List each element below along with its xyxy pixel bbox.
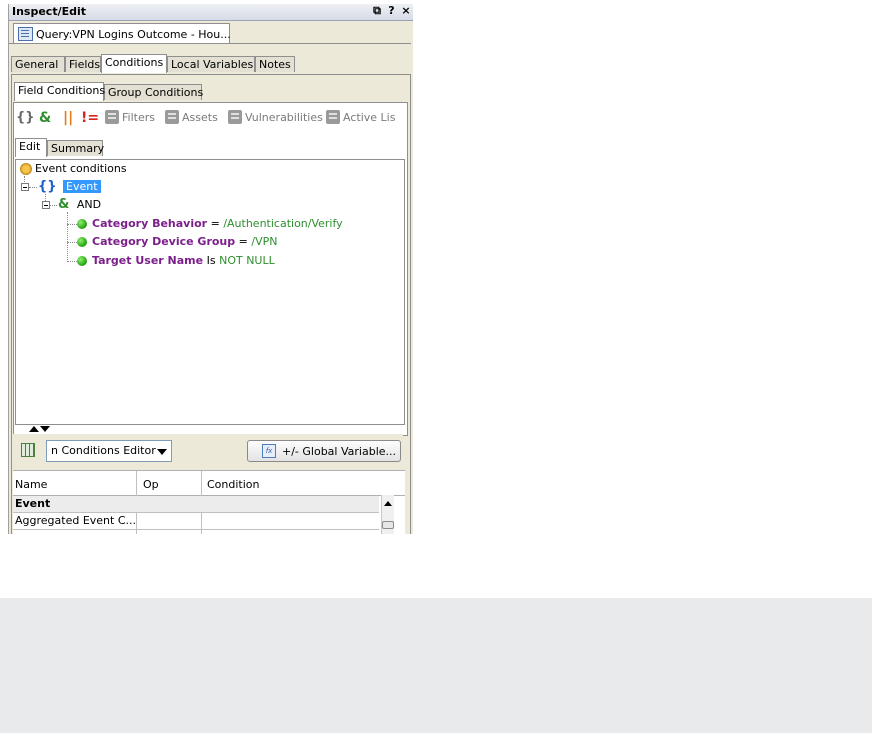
condition-value: /VPN bbox=[251, 235, 278, 248]
and-collapse-toggle[interactable] bbox=[42, 201, 50, 209]
column-header-condition[interactable]: Condition bbox=[207, 478, 387, 491]
add-or-icon[interactable]: || bbox=[63, 110, 73, 126]
filters-button[interactable]: Filters bbox=[105, 110, 155, 124]
condition-operator: Is bbox=[206, 254, 216, 267]
add-and-icon[interactable]: & bbox=[39, 110, 51, 126]
inspect-edit-panel: Inspect/Edit ⧉ ? × Query:VPN Logins Outc… bbox=[8, 4, 413, 534]
tree-node-and[interactable]: & AND bbox=[58, 197, 101, 213]
tab-group-conditions[interactable]: Group Conditions bbox=[104, 84, 203, 100]
splitter-up-icon[interactable] bbox=[29, 426, 39, 432]
conditions-grid: Name Op Condition Event Aggregated Event… bbox=[13, 470, 405, 534]
grid-view-icon[interactable] bbox=[21, 443, 35, 457]
edit-tab-strip: Edit Summary bbox=[15, 138, 405, 158]
event-conditions-icon bbox=[20, 163, 32, 175]
condition-operator: = bbox=[238, 235, 248, 248]
document-tab-query[interactable]: Query:VPN Logins Outcome - Hou... bbox=[13, 23, 231, 44]
restore-icon[interactable]: ⧉ bbox=[372, 4, 382, 18]
conditions-editor-select[interactable]: n Conditions Editor bbox=[46, 440, 172, 462]
tab-summary[interactable]: Summary bbox=[47, 140, 104, 156]
tree-guide bbox=[29, 187, 37, 188]
scroll-thumb[interactable] bbox=[382, 521, 394, 529]
assets-label: Assets bbox=[182, 110, 218, 124]
tree-guide bbox=[67, 224, 77, 225]
function-icon: fx bbox=[262, 444, 276, 458]
grid-cell-name: Aggregated Event C... bbox=[15, 514, 135, 527]
vulnerabilities-icon bbox=[228, 110, 242, 124]
grid-group-label: Event bbox=[15, 497, 51, 510]
tree-root-label: Event conditions bbox=[35, 162, 127, 175]
active-lists-icon bbox=[326, 110, 340, 124]
condition-value: /Authentication/Verify bbox=[223, 217, 343, 230]
query-icon bbox=[18, 27, 33, 41]
condition-row[interactable]: Category Behavior = /Authentication/Veri… bbox=[77, 216, 343, 232]
panel-titlebar: Inspect/Edit ⧉ ? × bbox=[9, 4, 413, 21]
assets-icon bbox=[165, 110, 179, 124]
condition-tab-strip: Field Conditions Group Conditions bbox=[14, 82, 408, 102]
event-collapse-toggle[interactable] bbox=[21, 183, 29, 191]
column-header-op[interactable]: Op bbox=[143, 478, 199, 491]
condition-field: Category Device Group bbox=[92, 235, 236, 248]
active-lists-button[interactable]: Active Lis bbox=[326, 110, 395, 124]
condition-status-icon bbox=[77, 219, 87, 229]
grid-group-row[interactable]: Event bbox=[13, 496, 379, 513]
condition-status-icon bbox=[77, 237, 87, 247]
chevron-down-icon bbox=[157, 449, 167, 455]
scroll-up-icon[interactable] bbox=[384, 501, 392, 506]
help-icon[interactable]: ? bbox=[387, 4, 397, 17]
splitter-down-icon[interactable] bbox=[40, 426, 50, 432]
tab-field-conditions[interactable]: Field Conditions bbox=[14, 82, 105, 101]
grid-scrollbar[interactable] bbox=[381, 495, 394, 534]
add-not-icon[interactable]: != bbox=[81, 110, 99, 126]
condition-field: Category Behavior bbox=[92, 217, 208, 230]
tree-guide bbox=[50, 205, 57, 206]
footer-band bbox=[0, 598, 872, 733]
condition-tree[interactable]: Event conditions {} Event & AND Category… bbox=[15, 159, 405, 425]
grid-header: Name Op Condition bbox=[13, 471, 405, 534]
filters-icon bbox=[105, 110, 119, 124]
tab-conditions[interactable]: Conditions bbox=[101, 54, 167, 73]
tab-edit[interactable]: Edit bbox=[15, 138, 47, 157]
tree-node-and-label: AND bbox=[76, 198, 102, 211]
condition-field: Target User Name bbox=[92, 254, 204, 267]
condition-row[interactable]: Target User Name Is NOT NULL bbox=[77, 253, 275, 269]
and-operator-icon: & bbox=[58, 197, 70, 212]
tab-general[interactable]: General bbox=[11, 56, 65, 72]
main-tab-strip: General Fields Conditions Local Variable… bbox=[11, 54, 411, 74]
close-icon[interactable]: × bbox=[401, 4, 411, 17]
condition-toolbar: {} & || != Filters Assets Vulnerabilitie… bbox=[13, 108, 408, 128]
tree-guide bbox=[67, 212, 68, 262]
assets-button[interactable]: Assets bbox=[165, 110, 218, 124]
condition-status-icon bbox=[77, 256, 87, 266]
tree-root[interactable]: Event conditions bbox=[20, 161, 127, 177]
event-braces-icon: {} bbox=[38, 179, 57, 194]
panel-title: Inspect/Edit bbox=[12, 5, 87, 18]
active-lists-label: Active Lis bbox=[343, 110, 396, 124]
vulnerabilities-button[interactable]: Vulnerabilities bbox=[228, 110, 323, 124]
tree-guide bbox=[67, 242, 77, 243]
filters-label: Filters bbox=[122, 110, 155, 124]
vulnerabilities-label: Vulnerabilities bbox=[245, 110, 323, 124]
splitter-handle[interactable] bbox=[29, 425, 59, 433]
conditions-editor-bar: n Conditions Editor fx +/- Global Variab… bbox=[13, 434, 403, 464]
tree-node-event-label: Event bbox=[63, 180, 101, 193]
conditions-editor-select-value: n Conditions Editor bbox=[51, 444, 156, 457]
condition-operator: = bbox=[210, 217, 220, 230]
condition-value: NOT NULL bbox=[219, 254, 275, 267]
table-row[interactable]: Aggregated Event C... bbox=[13, 513, 379, 530]
add-braces-icon[interactable]: {} bbox=[16, 110, 35, 125]
document-tab-label: Query:VPN Logins Outcome - Hou... bbox=[36, 28, 231, 41]
global-variable-button-label: +/- Global Variable... bbox=[282, 445, 397, 458]
tree-guide bbox=[67, 261, 77, 262]
window-controls: ⧉ ? × bbox=[371, 4, 411, 18]
condition-row[interactable]: Category Device Group = /VPN bbox=[77, 234, 277, 250]
global-variable-button[interactable]: fx +/- Global Variable... bbox=[247, 440, 401, 462]
tab-notes[interactable]: Notes bbox=[255, 56, 295, 72]
column-header-name[interactable]: Name bbox=[15, 478, 135, 491]
tab-fields[interactable]: Fields bbox=[65, 56, 101, 72]
tree-node-event[interactable]: {} Event bbox=[38, 179, 101, 195]
tab-local-variables[interactable]: Local Variables bbox=[167, 56, 255, 72]
